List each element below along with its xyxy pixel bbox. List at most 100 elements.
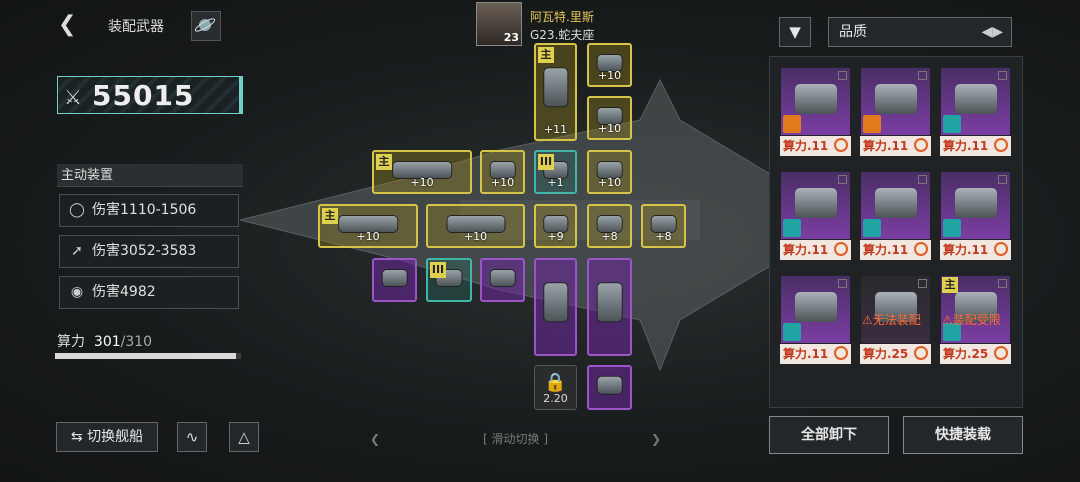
weapon-slot[interactable]: +10 主 bbox=[318, 204, 418, 248]
weapon-slot[interactable]: +11 主 bbox=[534, 43, 577, 141]
inventory-card[interactable]: 算力.11 bbox=[780, 275, 851, 364]
weapon-slot[interactable]: +10 bbox=[587, 150, 632, 194]
weapon-slot[interactable]: +9 bbox=[534, 204, 577, 248]
wave-button[interactable]: ∿ bbox=[177, 422, 207, 452]
weapon-image bbox=[941, 68, 1010, 135]
compute-cost: 算力.11 bbox=[860, 136, 931, 156]
compute-cost: 算力.11 bbox=[940, 240, 1011, 260]
weapon-icon bbox=[543, 283, 568, 322]
compute-cost: 算力.11 bbox=[860, 240, 931, 260]
weapon-icon bbox=[382, 270, 407, 286]
weapon-icon bbox=[597, 283, 622, 322]
weapon-slot[interactable]: +10 bbox=[587, 43, 632, 87]
select-box-icon bbox=[838, 71, 847, 80]
slot-level: +8 bbox=[601, 230, 618, 243]
compute-bar-fill bbox=[55, 353, 236, 359]
weapon-slot[interactable] bbox=[534, 258, 577, 356]
damage-stat-text: 伤害4982 bbox=[92, 284, 156, 300]
page-title: 装配武器 bbox=[108, 19, 164, 35]
weapon-icon bbox=[875, 84, 917, 114]
upgrade-icon bbox=[994, 138, 1008, 152]
switch-ship-button[interactable]: ⇆ 切换舰船 bbox=[56, 422, 158, 452]
compute-cost: 算力.11 bbox=[780, 240, 851, 260]
inventory-card[interactable]: 算力.11 bbox=[860, 171, 931, 260]
weapon-image bbox=[861, 172, 930, 239]
select-box-icon bbox=[918, 279, 927, 288]
select-box-icon bbox=[918, 71, 927, 80]
weapon-slot[interactable] bbox=[587, 258, 632, 356]
slot-level: +10 bbox=[597, 69, 622, 82]
ship-button[interactable]: △ bbox=[229, 422, 259, 452]
unequip-all-button[interactable]: 全部卸下 bbox=[769, 416, 889, 454]
weapon-slot[interactable]: +8 bbox=[641, 204, 686, 248]
weapon-slot[interactable] bbox=[587, 365, 632, 410]
inventory-card[interactable]: 算力.11 bbox=[940, 171, 1011, 260]
inventory-grid[interactable]: 算力.11 算力.11 算力.11 算力.11 算力.11 算力.11 算力.11 ⚠无法装配… bbox=[769, 56, 1023, 408]
inventory-card[interactable]: 算力.11 bbox=[860, 67, 931, 156]
select-box-icon bbox=[838, 175, 847, 184]
weapon-slot[interactable] bbox=[372, 258, 417, 302]
weapon-slot[interactable]: +10 bbox=[426, 204, 525, 248]
ice-element-icon bbox=[943, 115, 961, 133]
weapon-slot[interactable]: 🔒 2.20 bbox=[534, 365, 577, 410]
slot-level: +10 bbox=[356, 230, 380, 243]
weapon-image bbox=[941, 172, 1010, 239]
weapon-image bbox=[861, 68, 930, 135]
pilot-avatar[interactable]: 23 bbox=[476, 2, 522, 46]
switch-ship-label: 切换舰船 bbox=[87, 429, 144, 445]
pilot-name: 阿瓦特.里斯 bbox=[530, 10, 594, 24]
combat-power: ⚔ 55015 bbox=[57, 76, 243, 114]
planet-button[interactable] bbox=[191, 11, 221, 41]
weapon-slot[interactable]: +10 bbox=[587, 96, 632, 140]
weapon-slot[interactable]: +10 bbox=[480, 150, 525, 194]
slot-level: +1 bbox=[547, 176, 564, 189]
select-box-icon bbox=[998, 175, 1007, 184]
inventory-card[interactable]: 主 ⚠装配受限 算力.25 bbox=[940, 275, 1011, 364]
slot-tag: 主 bbox=[376, 154, 392, 170]
slot-level: +10 bbox=[410, 176, 434, 189]
slot-tag: III bbox=[430, 262, 446, 278]
compute-cost: 算力.11 bbox=[780, 136, 851, 156]
upgrade-icon bbox=[994, 346, 1008, 360]
combat-power-value: 55015 bbox=[92, 79, 195, 112]
compute-max: /310 bbox=[120, 334, 153, 350]
weapon-slot[interactable] bbox=[480, 258, 525, 302]
weapon-slot[interactable]: +1 III bbox=[534, 150, 577, 194]
filter-button[interactable]: ▼ bbox=[779, 17, 811, 47]
inventory-card[interactable]: 算力.11 bbox=[780, 171, 851, 260]
compute-cost: 算力.25 bbox=[860, 344, 931, 364]
weapon-slot[interactable]: +8 bbox=[587, 204, 632, 248]
compute-used: 301 bbox=[93, 334, 121, 350]
crossed-swords-icon: ⚔ bbox=[64, 85, 82, 109]
slot-tag: 主 bbox=[538, 47, 554, 63]
quality-sort-dropdown[interactable]: 品质 ◀▶ bbox=[828, 17, 1012, 47]
planet-icon bbox=[194, 18, 216, 32]
ship-icon: △ bbox=[238, 428, 250, 446]
quick-equip-button[interactable]: 快捷装载 bbox=[903, 416, 1023, 454]
back-chevron-icon[interactable]: ❮ bbox=[58, 12, 76, 37]
upgrade-icon bbox=[994, 242, 1008, 256]
weapon-icon bbox=[795, 84, 837, 114]
weapon-slot[interactable]: III bbox=[426, 258, 472, 302]
weapon-icon bbox=[955, 84, 997, 114]
slot-level: +9 bbox=[547, 230, 564, 243]
upgrade-icon bbox=[914, 346, 928, 360]
ice-element-icon bbox=[783, 323, 801, 341]
fire-element-icon bbox=[783, 115, 801, 133]
slot-level: +10 bbox=[597, 176, 622, 189]
weapon-slot[interactable]: +10 主 bbox=[372, 150, 472, 194]
slot-tag: III bbox=[538, 154, 554, 170]
upgrade-icon bbox=[834, 346, 848, 360]
sort-arrows-icon: ◀▶ bbox=[981, 24, 1003, 40]
pilot-constellation: G23.蛇夫座 bbox=[530, 28, 595, 42]
inventory-card[interactable]: 算力.11 bbox=[780, 67, 851, 156]
weapon-icon bbox=[795, 292, 837, 322]
inventory-card[interactable]: 算力.11 bbox=[940, 67, 1011, 156]
swipe-hint: ❮ [ 滑动切换 ] ❯ bbox=[370, 432, 662, 446]
pilot-level: 23 bbox=[503, 31, 519, 44]
missile-icon: ➚ bbox=[71, 243, 83, 259]
inventory-card[interactable]: ⚠无法装配 算力.25 bbox=[860, 275, 931, 364]
select-box-icon bbox=[998, 71, 1007, 80]
equip-warning: ⚠装配受限 bbox=[942, 313, 1001, 327]
power-accent bbox=[239, 77, 242, 113]
